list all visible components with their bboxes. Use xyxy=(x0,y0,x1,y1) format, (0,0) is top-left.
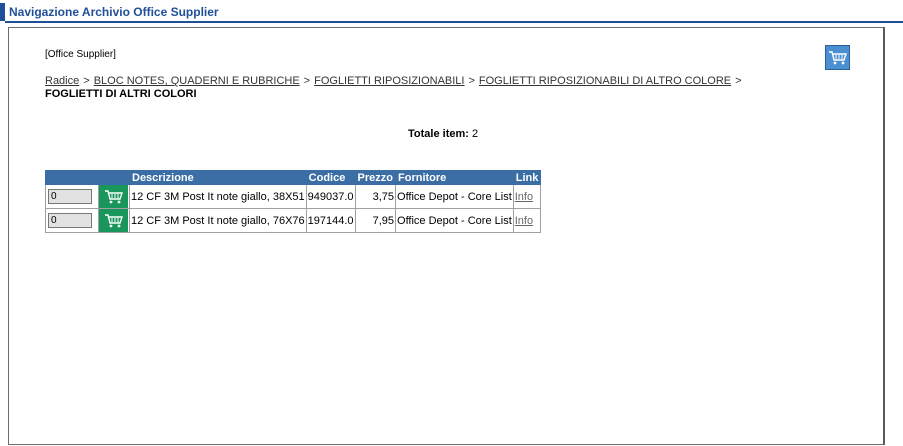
cell-codice: 949037.0 xyxy=(305,184,356,209)
items-table: Descrizione Codice Prezzo Fornitore Link xyxy=(45,170,542,233)
title-rule xyxy=(5,21,903,23)
header-prezzo: Prezzo xyxy=(354,170,397,185)
window-title: Navigazione Archivio Office Supplier xyxy=(9,5,219,19)
header-descrizione: Descrizione xyxy=(129,170,307,185)
total-items-label: Totale item: xyxy=(408,128,469,140)
total-items-value: 2 xyxy=(471,128,479,140)
supplier-label: [Office Supplier] xyxy=(45,49,116,60)
cell-descrizione: 12 CF 3M Post It note giallo, 76X76 xyxy=(129,208,307,233)
breadcrumb-separator: > xyxy=(468,75,475,87)
add-to-cart-button[interactable] xyxy=(99,185,128,208)
breadcrumb-separator: > xyxy=(735,75,742,87)
info-link[interactable]: Info xyxy=(515,191,533,203)
header-qty xyxy=(45,170,99,185)
breadcrumb-item-bloc-notes[interactable]: BLOC NOTES, QUADERNI E RUBRICHE xyxy=(94,75,300,87)
cell-fornitore: Office Depot - Core List xyxy=(395,208,514,233)
cell-prezzo: 3,75 xyxy=(354,184,397,209)
view-cart-button[interactable] xyxy=(825,45,850,70)
header-codice: Codice xyxy=(305,170,356,185)
quantity-input[interactable] xyxy=(48,213,92,228)
quantity-input[interactable] xyxy=(48,189,92,204)
cell-fornitore: Office Depot - Core List xyxy=(395,184,514,209)
table-header-row: Descrizione Codice Prezzo Fornitore Link xyxy=(45,170,542,185)
title-bar: Navigazione Archivio Office Supplier xyxy=(0,0,903,24)
table-row: 12 CF 3M Post It note giallo, 76X76 1971… xyxy=(45,208,542,233)
shopping-cart-icon xyxy=(828,50,847,64)
breadcrumb-root[interactable]: Radice xyxy=(45,75,79,87)
add-to-cart-button[interactable] xyxy=(99,209,128,232)
header-link: Link xyxy=(512,170,542,185)
info-link[interactable]: Info xyxy=(515,215,533,227)
breadcrumb-item-foglietti[interactable]: FOGLIETTI RIPOSIZIONABILI xyxy=(314,75,464,87)
header-fornitore: Fornitore xyxy=(395,170,514,185)
cell-prezzo: 7,95 xyxy=(354,208,397,233)
cell-descrizione: 12 CF 3M Post It note giallo, 38X51 xyxy=(129,184,307,209)
table-row: 12 CF 3M Post It note giallo, 38X51 9490… xyxy=(45,184,542,209)
breadcrumb-separator: > xyxy=(303,75,311,87)
header-cart xyxy=(98,170,130,185)
breadcrumb-separator: > xyxy=(83,75,90,87)
scrollbar-track[interactable] xyxy=(887,27,903,445)
shopping-cart-icon xyxy=(104,189,123,203)
breadcrumb: Radice > BLOC NOTES, QUADERNI E RUBRICHE > F… xyxy=(45,75,835,101)
shopping-cart-icon xyxy=(104,213,123,227)
total-items: Totale item: 2 xyxy=(408,128,478,140)
cell-codice: 197144.0 xyxy=(305,208,356,233)
title-marker xyxy=(0,3,5,21)
breadcrumb-current: FOGLIETTI DI ALTRI COLORI xyxy=(45,88,197,100)
breadcrumb-item-altro-colore[interactable]: FOGLIETTI RIPOSIZIONABILI DI ALTRO COLOR… xyxy=(479,75,731,87)
